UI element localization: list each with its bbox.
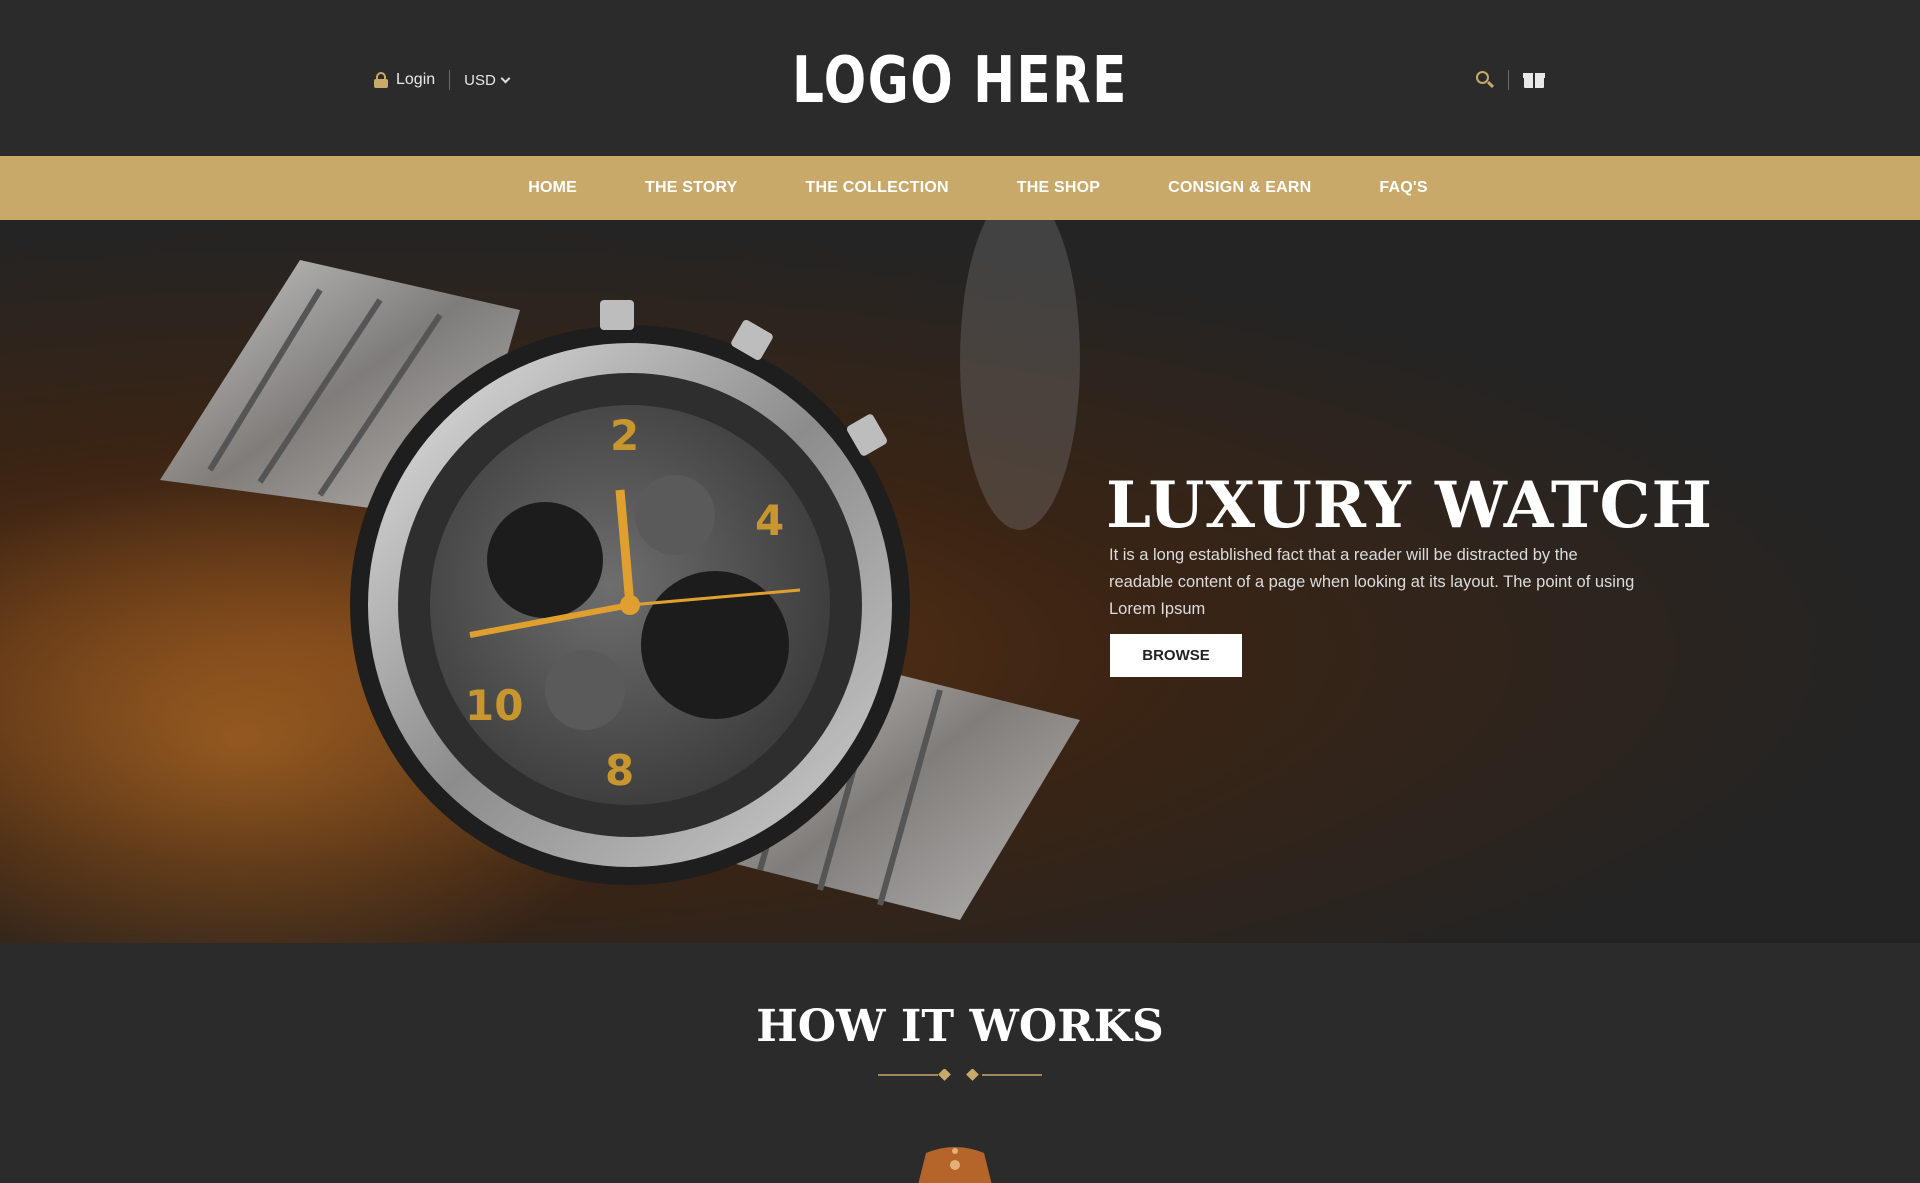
main-nav: HOME THE STORY THE COLLECTION THE SHOP C… <box>0 156 1920 220</box>
box-icon[interactable] <box>1523 71 1545 89</box>
site-header: Login USD LOGO HERE <box>0 0 1920 156</box>
hero-description: It is a long established fact that a rea… <box>1109 546 1635 618</box>
hero-title: LUXURY WATCH <box>1106 468 1713 543</box>
header-right-utilities <box>1476 70 1545 90</box>
divider <box>1508 70 1509 90</box>
section-title: HOW IT WORKS <box>756 1001 1164 1052</box>
watch-strap-icon <box>918 1147 992 1183</box>
hero-banner: 2 4 8 10 LUXURY WATCH It is a long estab… <box>0 220 1920 943</box>
nav-item-the-shop[interactable]: THE SHOP <box>1017 179 1100 197</box>
nav-item-the-collection[interactable]: THE COLLECTION <box>806 179 949 197</box>
svg-text:2: 2 <box>610 411 639 460</box>
how-it-works-section: HOW IT WORKS <box>0 943 1920 1183</box>
nav-item-home[interactable]: HOME <box>528 179 577 197</box>
browse-button[interactable]: BROWSE <box>1110 634 1242 677</box>
nav-item-consign-earn[interactable]: CONSIGN & EARN <box>1168 179 1311 197</box>
nav-item-the-story[interactable]: THE STORY <box>645 179 737 197</box>
svg-text:8: 8 <box>605 746 634 795</box>
nav-items: HOME THE STORY THE COLLECTION THE SHOP C… <box>492 179 1428 197</box>
ornament-divider-icon <box>878 1069 1042 1081</box>
svg-text:4: 4 <box>755 496 784 545</box>
svg-text:10: 10 <box>465 681 523 730</box>
search-icon[interactable] <box>1476 71 1495 89</box>
nav-item-faqs[interactable]: FAQ'S <box>1379 179 1427 197</box>
